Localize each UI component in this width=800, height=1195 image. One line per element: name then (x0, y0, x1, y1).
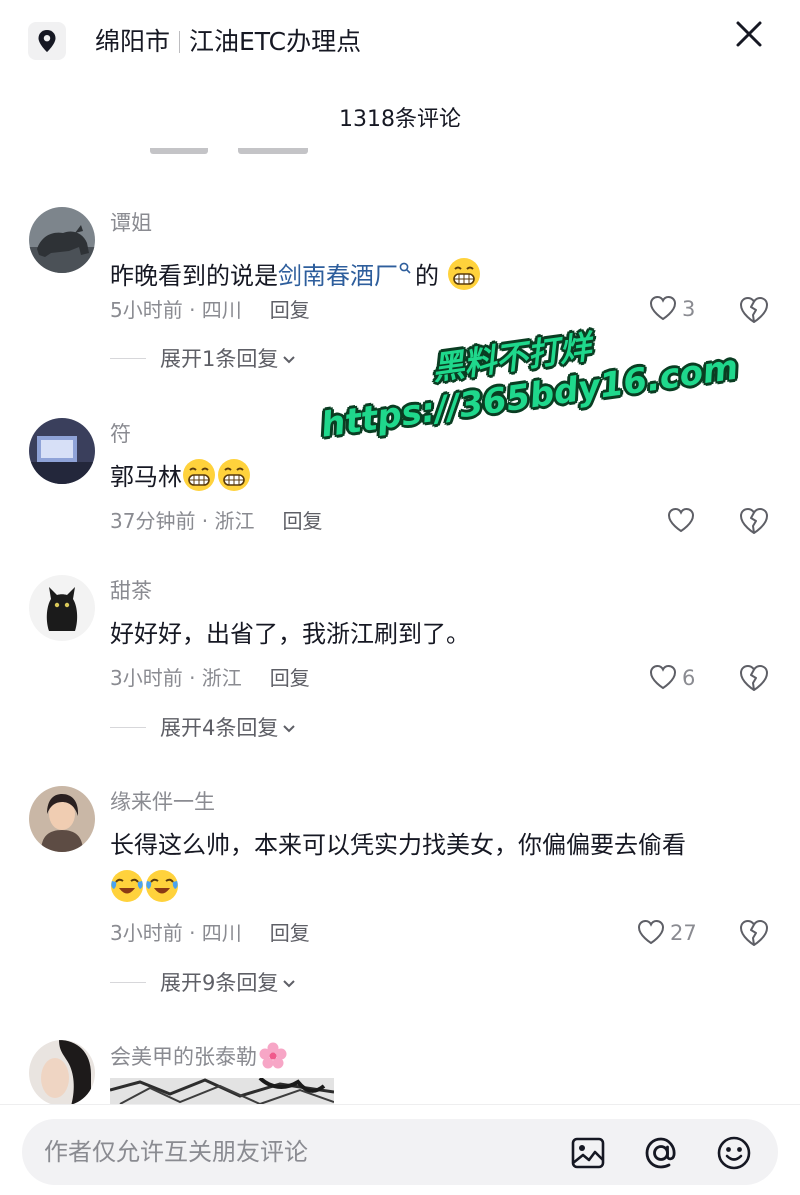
grin-emoji (218, 459, 250, 491)
comment-meta: 3小时前 · 浙江 回复 (110, 664, 310, 692)
comment-time-location: 37分钟前 · 浙江 (110, 509, 255, 533)
avatar[interactable] (29, 207, 95, 273)
expand-replies-label: 展开9条回复 (160, 971, 279, 995)
expand-replies-button[interactable]: 展开9条回复 (110, 967, 296, 997)
expand-divider (110, 358, 146, 359)
avatar[interactable] (29, 1040, 95, 1106)
dislike-button[interactable] (737, 293, 771, 327)
comment-input-placeholder: 作者仅允许互关朋友评论 (44, 1138, 308, 1166)
broken-heart-icon (740, 297, 768, 323)
cherry-blossom-emoji (259, 1042, 287, 1069)
grin-emoji (183, 459, 215, 491)
expand-replies-label: 展开1条回复 (160, 347, 279, 371)
crying-laugh-emoji (146, 870, 178, 902)
chevron-down-icon (282, 343, 296, 373)
comment-text-part: 昨晚看到的说是 (110, 262, 278, 290)
location-pin-icon (28, 22, 66, 60)
reply-button[interactable]: 回复 (283, 507, 323, 535)
broken-heart-icon (740, 665, 768, 691)
comment-time-location: 3小时前 · 浙江 (110, 666, 242, 690)
chevron-down-icon (282, 712, 296, 742)
watermark-title: 黑料不打烊 (429, 327, 594, 388)
comment-text: 长得这么帅，本来可以凭实力找美女，你偏偏要去偷看 (110, 831, 686, 859)
broken-heart-icon (740, 920, 768, 946)
comment-meta: 37分钟前 · 浙江 回复 (110, 507, 323, 535)
comment-username[interactable]: 谭姐 (110, 209, 152, 237)
location-divider (179, 31, 181, 53)
comment-meta: 3小时前 · 四川 回复 (110, 919, 310, 947)
reply-button[interactable]: 回复 (270, 296, 310, 324)
comment-input-bar: 作者仅允许互关朋友评论 (0, 1104, 800, 1195)
location-place: 江油ETC办理点 (189, 27, 362, 56)
expand-divider (110, 982, 146, 983)
dislike-button[interactable] (737, 661, 771, 695)
reply-button[interactable]: 回复 (270, 919, 310, 947)
comment-username[interactable]: 缘来伴一生 (110, 788, 215, 816)
expand-replies-button[interactable]: 展开1条回复 (110, 343, 296, 373)
comment-username[interactable]: 符 (110, 420, 131, 448)
like-button[interactable]: 6 (648, 662, 708, 696)
comment-username[interactable]: 甜茶 (110, 577, 152, 605)
broken-heart-icon (740, 508, 768, 534)
like-count: 6 (682, 666, 696, 690)
search-icon (399, 244, 411, 288)
comment-emoji-line (110, 866, 180, 910)
comment-text-part: 郭马林 (110, 463, 182, 491)
comment-meta: 5小时前 · 四川 回复 (110, 296, 310, 324)
heart-icon (649, 664, 677, 690)
expand-replies-button[interactable]: 展开4条回复 (110, 712, 296, 742)
comment-username[interactable]: 会美甲的张泰勒 (110, 1042, 288, 1071)
avatar[interactable] (29, 575, 95, 641)
emoji-icon[interactable] (716, 1135, 752, 1171)
chevron-down-icon (282, 967, 296, 997)
close-icon (736, 21, 762, 47)
avatar[interactable] (29, 786, 95, 852)
comment-text-part: 的 (415, 262, 439, 290)
avatar[interactable] (29, 418, 95, 484)
grin-emoji (447, 258, 480, 290)
comment-text: 好好好，出省了，我浙江刷到了。 (110, 620, 470, 648)
expand-replies-label: 展开4条回复 (160, 716, 279, 740)
reply-button[interactable]: 回复 (270, 664, 310, 692)
heart-icon (667, 507, 695, 533)
comment-image[interactable] (110, 1078, 334, 1106)
comment-time-location: 5小时前 · 四川 (110, 298, 242, 322)
image-icon[interactable] (570, 1135, 606, 1171)
like-button[interactable] (666, 505, 700, 539)
comment-input[interactable]: 作者仅允许互关朋友评论 (22, 1119, 778, 1185)
heart-icon (649, 295, 677, 321)
clipped-previous-row (150, 148, 310, 158)
comment-text: 昨晚看到的说是剑南春酒厂的 (110, 244, 482, 298)
like-button[interactable]: 3 (648, 293, 708, 327)
crying-laugh-emoji (111, 870, 143, 902)
location-city: 绵阳市 (95, 27, 171, 56)
heart-icon (637, 919, 665, 945)
mention-icon[interactable] (643, 1135, 679, 1171)
comment-count-title: 1318条评论 (339, 107, 461, 132)
expand-divider (110, 727, 146, 728)
like-button[interactable]: 27 (636, 917, 708, 951)
comment-text: 郭马林 (110, 455, 252, 499)
watermark-url: https://365bdy16.com (318, 347, 741, 446)
location-text[interactable]: 绵阳市 江油ETC办理点 (95, 26, 361, 58)
comment-username-text: 会美甲的张泰勒 (110, 1045, 257, 1069)
location-bar[interactable]: 绵阳市 江油ETC办理点 (0, 0, 800, 86)
close-button[interactable] (732, 17, 766, 51)
dislike-button[interactable] (737, 504, 771, 538)
dislike-button[interactable] (737, 916, 771, 950)
like-count: 27 (670, 921, 697, 945)
comment-time-location: 3小时前 · 四川 (110, 921, 242, 945)
search-link[interactable]: 剑南春酒厂 (278, 262, 398, 290)
like-count: 3 (682, 297, 696, 321)
